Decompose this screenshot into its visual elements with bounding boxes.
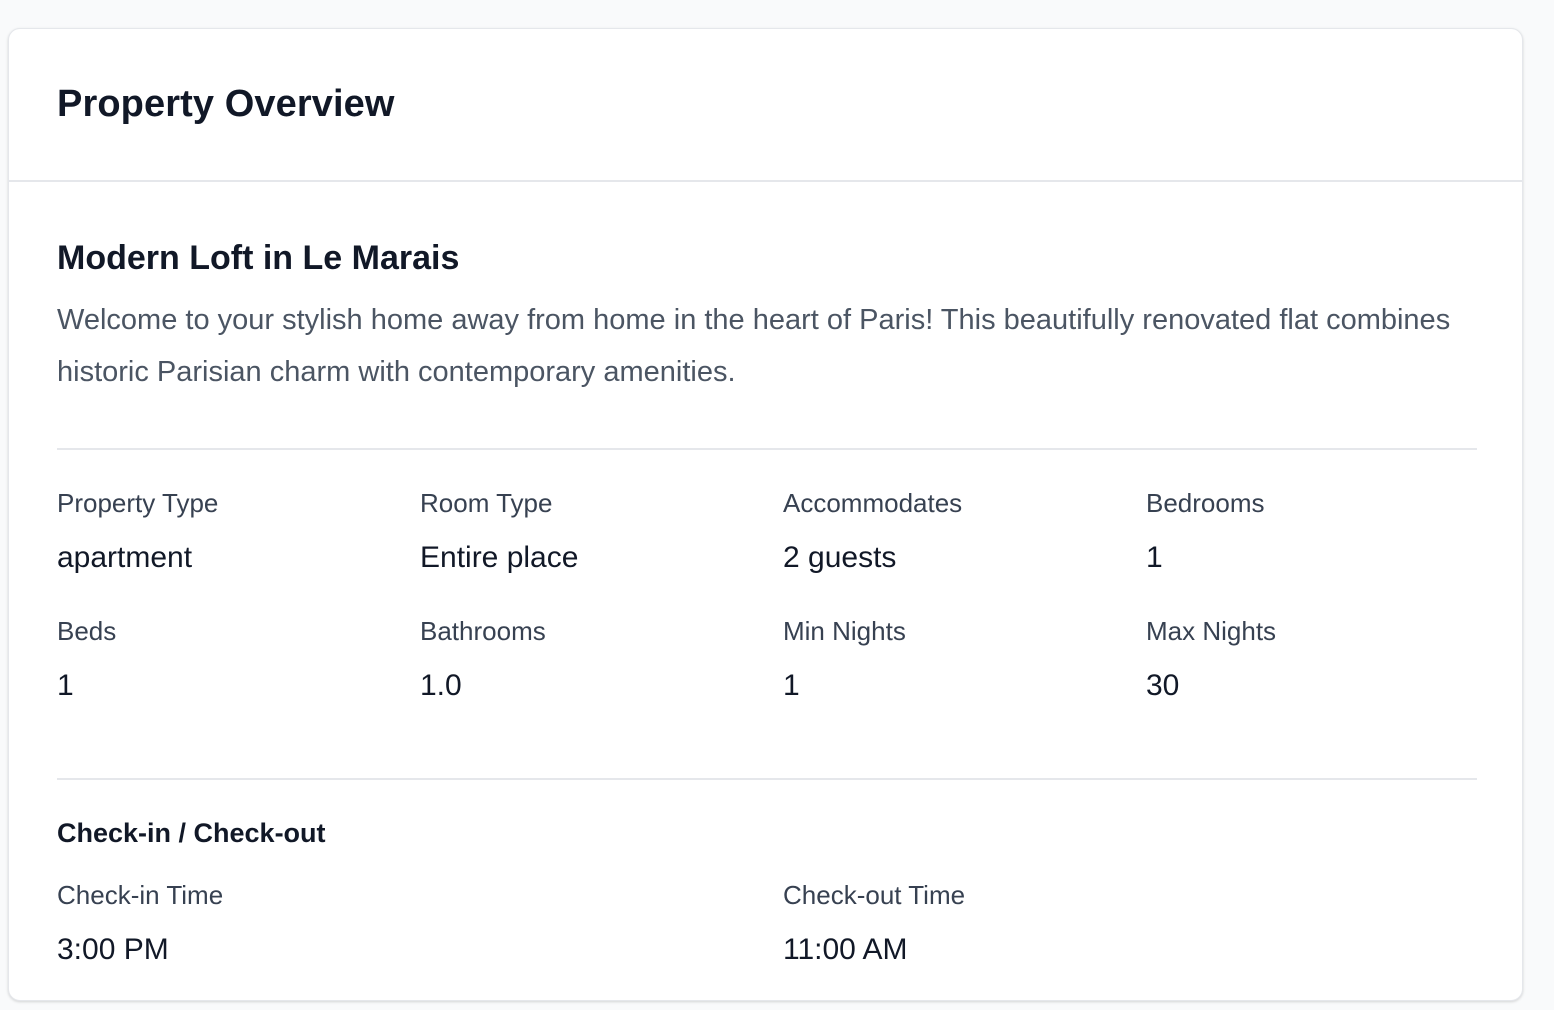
stat-accommodates: Accommodates 2 guests	[783, 486, 1146, 614]
stat-value: 1.0	[420, 669, 462, 702]
stat-room-type: Room Type Entire place	[420, 486, 783, 614]
stat-label: Property Type	[57, 488, 219, 518]
stat-bathrooms: Bathrooms 1.0	[420, 614, 783, 742]
card-body: Modern Loft in Le Marais Welcome to your…	[9, 182, 1522, 1006]
stat-property-type: Property Type apartment	[57, 486, 420, 614]
stat-value: 3:00 PM	[57, 933, 169, 966]
stat-label: Check-out Time	[783, 880, 966, 910]
stat-label: Room Type	[420, 488, 553, 518]
property-stats-grid: Property Type apartment Room Type Entire…	[57, 450, 1477, 778]
listing-title: Modern Loft in Le Marais	[57, 239, 460, 277]
stat-min-nights: Min Nights 1	[783, 614, 1146, 742]
stat-value: apartment	[57, 541, 193, 574]
stat-value: 1	[783, 669, 800, 702]
stat-label: Check-in Time	[57, 880, 224, 910]
stat-value: 11:00 AM	[783, 933, 908, 966]
checkin-grid: Check-in Time 3:00 PM Check-out Time 11:…	[57, 850, 1477, 1006]
stat-value: 1	[1146, 541, 1163, 574]
stat-bedrooms: Bedrooms 1	[1146, 486, 1477, 614]
card-title: Property Overview	[57, 83, 395, 125]
stat-label: Beds	[57, 616, 117, 646]
card-header: Property Overview	[9, 29, 1522, 182]
stat-label: Bathrooms	[420, 616, 546, 646]
stat-beds: Beds 1	[57, 614, 420, 742]
stat-checkin-time: Check-in Time 3:00 PM	[57, 878, 783, 1006]
stat-label: Bedrooms	[1146, 488, 1265, 518]
property-overview-card: Property Overview Modern Loft in Le Mara…	[8, 28, 1523, 1001]
stat-value: 1	[57, 669, 74, 702]
stat-label: Accommodates	[783, 488, 963, 518]
stat-label: Max Nights	[1146, 616, 1277, 646]
checkin-checkout-section: Check-in / Check-out Check-in Time 3:00 …	[57, 780, 1474, 1006]
stat-max-nights: Max Nights 30	[1146, 614, 1477, 742]
stat-label: Min Nights	[783, 616, 906, 646]
stat-checkout-time: Check-out Time 11:00 AM	[783, 878, 1477, 1006]
stat-value: Entire place	[420, 541, 579, 574]
stat-value: 2 guests	[783, 541, 897, 574]
stat-value: 30	[1146, 669, 1180, 702]
checkin-section-heading: Check-in / Check-out	[57, 818, 326, 848]
listing-description: Welcome to your stylish home away from h…	[57, 304, 1451, 388]
